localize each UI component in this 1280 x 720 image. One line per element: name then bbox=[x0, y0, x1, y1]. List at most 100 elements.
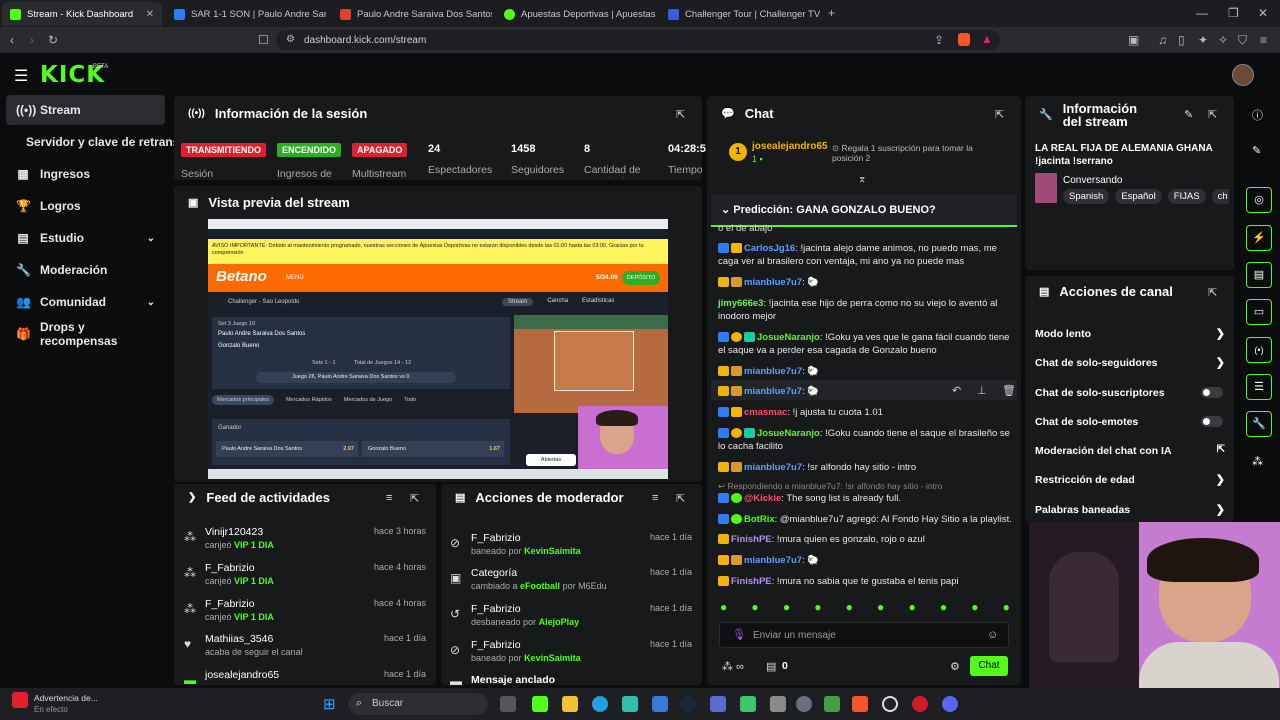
explorer-icon[interactable] bbox=[562, 696, 578, 712]
pin-icon[interactable]: ⊥ bbox=[977, 384, 987, 397]
sidebar-item-logros[interactable]: 🏆 Logros bbox=[6, 191, 165, 221]
sidebar-item-server-key[interactable]: Servidor y clave de retransmisión bbox=[6, 127, 176, 157]
sidebar-icon[interactable]: ▯ bbox=[1178, 34, 1185, 46]
action-solo-emotes[interactable]: Chat de solo-emotes bbox=[1035, 416, 1225, 428]
new-tab-icon[interactable]: + bbox=[828, 7, 835, 19]
maximize-icon[interactable]: ❐ bbox=[1228, 7, 1239, 19]
tab-2[interactable]: SAR 1-1 SON | Paulo Andre Saraiva D bbox=[166, 2, 326, 26]
extensions-icon[interactable]: ✦ bbox=[1198, 34, 1208, 46]
action-banned-words[interactable]: Palabras baneadas ❯ bbox=[1035, 504, 1225, 516]
warning-title[interactable]: Advertencia de... bbox=[34, 693, 98, 703]
expand-icon[interactable]: ⇱ bbox=[1208, 286, 1217, 299]
category-name[interactable]: Conversando bbox=[1063, 175, 1122, 186]
sidebar-item-ingresos[interactable]: ▦ Ingresos bbox=[6, 159, 165, 189]
tab-3[interactable]: Paulo Andre Saraiva Dos Santos bbox=[332, 2, 492, 26]
app-icon[interactable] bbox=[740, 696, 756, 712]
site-info-icon[interactable]: ⚙ bbox=[286, 34, 295, 46]
close-window-icon[interactable]: ✕ bbox=[1258, 7, 1268, 19]
edge-icon[interactable] bbox=[592, 696, 608, 712]
emote-bar[interactable]: ● ● ● ● ● ● ● ● ● ● bbox=[720, 600, 1010, 616]
reload-icon[interactable]: ↻ bbox=[48, 34, 58, 46]
tag[interactable]: Español bbox=[1115, 189, 1162, 204]
target-icon[interactable]: ◎ bbox=[1246, 187, 1272, 213]
tag[interactable]: FIJAS bbox=[1167, 189, 1206, 204]
emotes-only-toggle[interactable] bbox=[1201, 416, 1223, 427]
expand-icon[interactable]: ⇱ bbox=[410, 492, 419, 505]
wrench-icon[interactable]: 🔧 bbox=[1246, 411, 1272, 437]
action-ai-moderation[interactable]: Moderación del chat con IA ⇱ bbox=[1035, 444, 1225, 457]
tab-kick-dashboard[interactable]: Stream - Kick Dashboard ✕ bbox=[2, 2, 162, 26]
url-bar[interactable]: ⚙ dashboard.kick.com/stream bbox=[276, 30, 1000, 50]
menu-icon[interactable]: ≡ bbox=[1260, 34, 1267, 46]
share-icon[interactable]: ⇪ bbox=[934, 34, 944, 46]
mic-icon[interactable]: 🎙 bbox=[732, 628, 746, 641]
store-icon[interactable]: ▤ bbox=[766, 660, 776, 673]
settings-app-icon[interactable] bbox=[796, 696, 812, 712]
rewards-icon[interactable]: ▲ bbox=[981, 33, 993, 45]
sidebar-item-comunidad[interactable]: 👥 Comunidad ⌄ bbox=[6, 287, 165, 317]
collapse-icon[interactable]: ⌆ bbox=[858, 174, 866, 185]
opera-icon[interactable] bbox=[912, 696, 928, 712]
discord-icon[interactable] bbox=[942, 696, 958, 712]
app-icon[interactable] bbox=[652, 696, 668, 712]
minimize-icon[interactable]: — bbox=[1196, 7, 1208, 19]
expand-icon[interactable]: ⇱ bbox=[995, 108, 1004, 121]
close-tab-icon[interactable]: ✕ bbox=[146, 9, 154, 20]
vpn-icon[interactable]: ⛉ bbox=[1238, 34, 1247, 46]
obs-icon[interactable] bbox=[882, 696, 898, 712]
broadcast-icon[interactable]: (•) bbox=[1246, 337, 1272, 363]
screenshot-icon[interactable]: ▣ bbox=[1128, 34, 1139, 46]
brave-app-icon[interactable] bbox=[852, 696, 868, 712]
forward-icon[interactable]: › bbox=[30, 34, 34, 46]
action-solo-seguidores[interactable]: Chat de solo-seguidores ❯ bbox=[1035, 357, 1225, 369]
filter-icon[interactable]: ≡ bbox=[386, 492, 392, 504]
ai-icon[interactable]: ✧ bbox=[1218, 34, 1228, 46]
tab-5[interactable]: Challenger Tour | Challenger TV | ATP bbox=[660, 2, 820, 26]
pencil-icon[interactable]: ✎ bbox=[1252, 144, 1261, 157]
store-app-icon[interactable] bbox=[622, 696, 638, 712]
kick-app-icon[interactable] bbox=[532, 696, 548, 712]
taskbar-search[interactable] bbox=[348, 693, 488, 715]
expand-icon[interactable]: ⇱ bbox=[676, 108, 685, 121]
sidebar-item-stream[interactable]: ((•)) Stream bbox=[6, 95, 165, 125]
app-icon[interactable] bbox=[710, 696, 726, 712]
app-icon[interactable] bbox=[824, 696, 840, 712]
bookmark-icon[interactable]: ☐ bbox=[258, 34, 269, 46]
points-icon[interactable]: ⁂ ∞ bbox=[722, 660, 744, 673]
filter-icon[interactable]: ≡ bbox=[652, 492, 658, 504]
lightning-icon[interactable]: ⚡ bbox=[1246, 225, 1272, 251]
action-modo-lento[interactable]: Modo lento ❯ bbox=[1035, 328, 1225, 340]
emoji-icon[interactable]: ☺ bbox=[987, 629, 998, 641]
media-icon[interactable]: ♫ bbox=[1158, 34, 1167, 46]
reply-icon[interactable]: ↶ bbox=[952, 384, 961, 397]
avatar[interactable] bbox=[1232, 64, 1254, 86]
list-icon[interactable]: ☰ bbox=[1246, 374, 1272, 400]
clipboard-icon[interactable]: ▤ bbox=[1246, 262, 1272, 288]
tab-4[interactable]: Apuestas Deportivas | Apuestas Onli bbox=[496, 2, 656, 26]
sidebar-item-moderacion[interactable]: 🔧 Moderación bbox=[6, 255, 165, 285]
info-icon[interactable]: ⓘ bbox=[1252, 107, 1263, 123]
windows-start-icon[interactable]: ⊞ bbox=[323, 695, 336, 713]
delete-icon[interactable]: 🗑 bbox=[1002, 384, 1016, 397]
steam-icon[interactable] bbox=[680, 696, 696, 712]
chat-bubble-icon[interactable]: ▭ bbox=[1246, 299, 1272, 325]
send-chat-button[interactable]: Chat bbox=[970, 656, 1008, 676]
sidebar-item-estudio[interactable]: ▤ Estudio ⌄ bbox=[6, 223, 165, 253]
app-icon[interactable] bbox=[770, 696, 786, 712]
nodes-icon[interactable]: ⁂ bbox=[1252, 455, 1263, 468]
back-icon[interactable]: ‹ bbox=[10, 34, 14, 46]
subs-only-toggle[interactable] bbox=[1201, 387, 1223, 398]
action-age-restriction[interactable]: Restricción de edad ❯ bbox=[1035, 474, 1225, 486]
gift-user[interactable]: josealejandro65 bbox=[752, 141, 828, 152]
expand-icon[interactable]: ⇱ bbox=[1208, 108, 1217, 121]
hamburger-icon[interactable]: ☰ bbox=[14, 66, 28, 86]
action-solo-suscriptores[interactable]: Chat de solo-suscriptores bbox=[1035, 387, 1225, 399]
tag[interactable]: Spanish bbox=[1063, 189, 1110, 204]
tag[interactable]: ch bbox=[1211, 189, 1229, 204]
brave-shield-icon[interactable] bbox=[958, 33, 970, 46]
edit-icon[interactable]: ✎ bbox=[1184, 108, 1193, 121]
stream-video[interactable]: AVISO IMPORTANTE: Debido al mantenimient… bbox=[208, 219, 668, 479]
expand-icon[interactable]: ⇱ bbox=[676, 492, 685, 505]
settings-gear-icon[interactable]: ⚙ bbox=[950, 660, 960, 673]
taskview-icon[interactable] bbox=[500, 696, 516, 712]
